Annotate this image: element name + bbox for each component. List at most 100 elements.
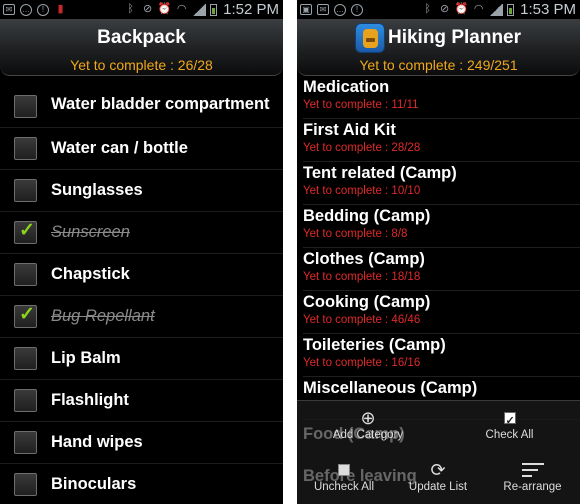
completion-status: Yet to complete : 249/251 [359,57,518,73]
item-checkbox[interactable] [14,137,37,160]
page-title: Backpack [97,27,186,48]
backpack-screen: ✉ … ! ▮ ᛒ ⊘ ⏰ ◠ 1:52 PM Backpack Yet to … [0,0,283,504]
checklist-item[interactable]: Chapstick [0,254,283,296]
item-checkbox[interactable]: ✓ [14,220,37,244]
alarm-icon: ⏰ [454,3,469,15]
category-name: Miscellaneous (Camp) [303,379,478,397]
checklist-item[interactable]: ✓ Bug Repellant [0,296,283,338]
status-bar: ✉ … ! ▮ ᛒ ⊘ ⏰ ◠ 1:52 PM [0,0,283,19]
uncheck-all-label: Uncheck All [313,481,375,493]
item-label: Sunscreen [51,223,130,241]
checklist-item[interactable]: Lip Balm [0,338,283,380]
chat-icon: … [20,3,32,16]
item-label: Water bladder compartment [51,95,270,113]
checklist-item[interactable]: ✓ Sunscreen [0,212,283,254]
category-list: Medication Yet to complete : 11/11 First… [297,76,580,420]
checklist-item[interactable]: Hand wipes [0,422,283,464]
category-name: Cooking (Camp) [303,293,431,311]
mute-icon: ⊘ [440,3,450,15]
item-checkbox[interactable] [14,95,37,118]
alarm-icon: ⏰ [157,3,172,15]
category-name: First Aid Kit [303,121,396,139]
signal-icon [489,3,504,16]
category-remaining: Yet to complete : 18/18 [303,271,421,283]
category-item[interactable]: Medication Yet to complete : 11/11 [303,76,580,119]
mail-icon: ✉ [317,4,329,15]
check-all-button[interactable]: Check All [439,407,580,441]
checklist-item[interactable]: Sunglasses [0,170,283,212]
item-checkbox[interactable] [14,473,37,496]
battery-alert-icon: ▮ [57,3,64,15]
signal-icon [192,3,207,16]
list-header: Backpack Yet to complete : 26/28 [0,19,283,76]
bluetooth-icon: ᛒ [424,3,431,15]
status-time: 1:53 PM [520,1,576,18]
item-checkbox[interactable] [14,263,37,286]
item-label: Sunglasses [51,181,143,199]
category-name: Tent related (Camp) [303,164,457,182]
status-time: 1:52 PM [223,1,279,18]
status-bar: ▣ ✉ … ! ᛒ ⊘ ⏰ ◠ 1:53 PM [297,0,580,19]
category-item[interactable]: Cooking (Camp) Yet to complete : 46/46 [303,291,580,334]
bluetooth-icon: ᛒ [127,3,134,15]
rearrange-button[interactable]: Re-arrange [485,459,580,493]
category-item[interactable]: First Aid Kit Yet to complete : 28/28 [303,119,580,162]
checkmark-icon: ✓ [19,304,35,325]
category-remaining: Yet to complete : 8/8 [303,228,408,240]
category-item[interactable]: Tent related (Camp) Yet to complete : 10… [303,162,580,205]
item-label: Binoculars [51,475,137,493]
item-label: Flashlight [51,391,129,409]
item-label: Lip Balm [51,349,121,367]
category-remaining: Yet to complete : 46/46 [303,314,421,326]
item-checkbox[interactable] [14,431,37,454]
alert-icon: ! [37,3,49,16]
uncheck-all-button[interactable]: Uncheck All [297,459,391,493]
app-header: Hiking Planner Yet to complete : 249/251 [297,19,580,76]
checklist-item[interactable]: Flashlight [0,380,283,422]
category-name: Clothes (Camp) [303,250,425,268]
category-item[interactable]: Clothes (Camp) Yet to complete : 18/18 [303,248,580,291]
image-icon: ▣ [300,4,312,15]
checkbox-empty-icon [297,459,391,481]
mute-icon: ⊘ [143,3,153,15]
sort-icon [485,459,580,481]
battery-icon [210,3,218,16]
add-category-label: Add Category [332,429,404,441]
item-checkbox[interactable] [14,179,37,202]
item-label: Hand wipes [51,433,143,451]
category-item[interactable]: Bedding (Camp) Yet to complete : 8/8 [303,205,580,248]
checklist-item[interactable]: Water bladder compartment [0,86,283,128]
item-checkbox[interactable]: ✓ [14,304,37,328]
wifi-icon: ◠ [473,3,484,15]
category-remaining: Yet to complete : 28/28 [303,142,421,154]
checkbox-checked-icon [439,407,580,432]
checklist-item[interactable]: Water can / bottle [0,128,283,170]
planner-screen: ▣ ✉ … ! ᛒ ⊘ ⏰ ◠ 1:53 PM Hiking Planner Y… [297,0,580,504]
update-list-label: Update List [408,481,468,493]
item-label: Water can / bottle [51,139,188,157]
update-list-button[interactable]: ⟳ Update List [391,459,485,493]
refresh-icon: ⟳ [430,460,446,480]
checklist: Water bladder compartment Water can / bo… [0,86,283,504]
alert-icon: ! [351,3,363,16]
app-title: Hiking Planner [387,27,522,48]
category-name: Medication [303,78,390,96]
checklist-item[interactable]: Binoculars [0,464,283,504]
category-remaining: Yet to complete : 10/10 [303,185,421,197]
category-remaining: Yet to complete : 11/11 [303,99,419,111]
item-checkbox[interactable] [14,347,37,370]
item-checkbox[interactable] [14,389,37,412]
category-name: Bedding (Camp) [303,207,431,225]
battery-icon [507,3,515,16]
item-label: Bug Repellant [51,307,155,325]
chat-icon: … [334,3,346,16]
category-remaining: Yet to complete : 16/16 [303,357,421,369]
mail-icon: ✉ [3,4,15,15]
add-category-button[interactable]: ⊕ Add Category [297,407,439,441]
item-label: Chapstick [51,265,130,283]
plus-circle-icon: ⊕ [360,408,376,428]
action-panel: Food (Camp) Before leaving ⊕ Add Categor… [297,400,580,504]
category-item[interactable]: Toileteries (Camp) Yet to complete : 16/… [303,334,580,377]
wifi-icon: ◠ [176,3,187,15]
checkmark-icon: ✓ [19,220,35,241]
